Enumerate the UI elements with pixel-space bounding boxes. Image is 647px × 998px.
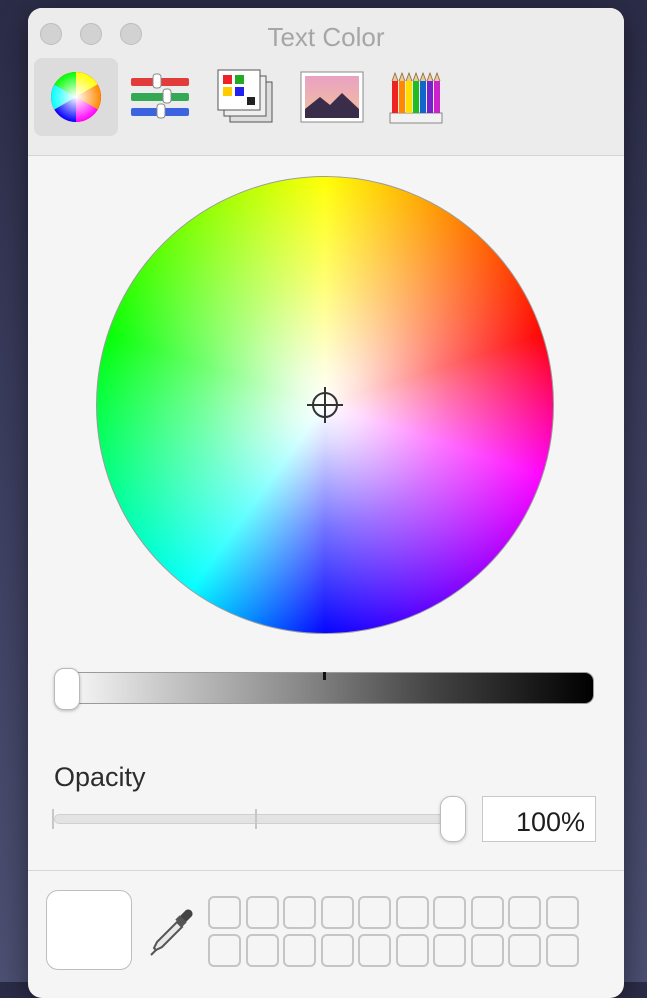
swatch-slot[interactable] — [358, 896, 391, 929]
swatch-slot[interactable] — [208, 934, 241, 967]
window-title: Text Color — [267, 22, 385, 52]
swatch-slot[interactable] — [470, 896, 504, 929]
swatch-slot[interactable] — [433, 896, 466, 929]
color-wheel-icon — [51, 72, 101, 122]
swatch-slot[interactable] — [545, 896, 579, 929]
opacity-tick — [255, 809, 257, 829]
swatch-slot[interactable] — [395, 934, 429, 967]
palettes-icon — [217, 69, 273, 123]
image-icon — [300, 71, 364, 123]
swatch-slot[interactable] — [470, 934, 504, 967]
swatch-slot[interactable] — [545, 934, 579, 967]
color-wheel[interactable] — [96, 176, 554, 634]
brightness-midpoint-tick — [323, 672, 326, 680]
swatch-slot[interactable] — [245, 896, 279, 929]
color-sliders-tab[interactable] — [118, 58, 202, 136]
color-picker-window: Text Color Opacity 100% — [28, 8, 624, 998]
opacity-tick — [52, 809, 54, 829]
swatch-slot[interactable] — [395, 896, 429, 929]
opacity-slider-knob[interactable] — [440, 796, 466, 842]
sliders-icon — [131, 73, 189, 119]
swatch-slot[interactable] — [283, 934, 316, 967]
swatch-slot[interactable] — [320, 896, 354, 929]
opacity-label: Opacity — [54, 762, 146, 792]
pencils-icon — [389, 71, 443, 124]
divider — [28, 870, 624, 871]
swatch-slot[interactable] — [433, 934, 466, 967]
swatch-slot[interactable] — [508, 896, 541, 929]
swatch-slot[interactable] — [320, 934, 354, 967]
title-bar: Text Color — [28, 8, 624, 156]
current-color-swatch[interactable] — [46, 890, 132, 970]
color-wheel-tab[interactable] — [34, 58, 118, 136]
eyedropper-icon[interactable] — [146, 906, 196, 958]
swatch-slot[interactable] — [283, 896, 316, 929]
crosshair-icon[interactable] — [304, 384, 346, 426]
brightness-slider-knob[interactable] — [54, 668, 80, 710]
color-palettes-tab[interactable] — [204, 58, 288, 136]
image-palettes-tab[interactable] — [290, 58, 374, 136]
swatch-slot[interactable] — [508, 934, 541, 967]
swatch-slot[interactable] — [245, 934, 279, 967]
pencils-tab[interactable] — [374, 58, 458, 136]
swatch-slot[interactable] — [208, 896, 241, 929]
opacity-value-field[interactable]: 100% — [482, 796, 596, 842]
swatch-slot[interactable] — [358, 934, 391, 967]
